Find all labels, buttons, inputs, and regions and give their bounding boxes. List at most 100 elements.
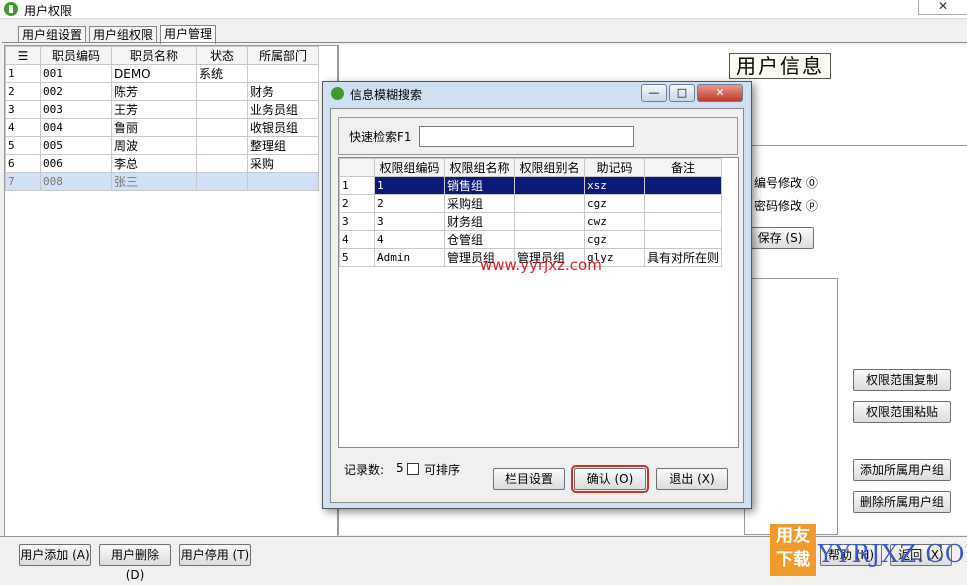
table-cell[interactable]: [196, 172, 248, 191]
table-cell[interactable]: 002: [40, 82, 112, 101]
table-cell[interactable]: 鲁丽: [111, 118, 197, 137]
table-cell[interactable]: 陈芳: [111, 82, 197, 101]
tab-group-permissions[interactable]: 用户组权限: [89, 26, 158, 43]
table-cell[interactable]: 004: [40, 118, 112, 137]
table-cell[interactable]: xsz: [584, 176, 645, 195]
table-cell[interactable]: [196, 118, 248, 137]
col-header[interactable]: 职员名称: [111, 46, 197, 65]
table-cell[interactable]: [196, 82, 248, 101]
table-cell[interactable]: 采购: [247, 154, 319, 173]
table-cell[interactable]: 采购组: [444, 194, 515, 213]
table-row[interactable]: 6 006 李总 采购: [5, 154, 319, 173]
table-cell[interactable]: 5: [339, 248, 375, 267]
col-header[interactable]: 权限组名称: [444, 158, 515, 177]
table-cell[interactable]: 业务员组: [247, 100, 319, 119]
column-setup-button[interactable]: 栏目设置: [493, 468, 565, 490]
table-cell[interactable]: [196, 100, 248, 119]
close-icon[interactable]: ✕: [697, 84, 743, 102]
disable-user-button[interactable]: 用户停用 (T): [179, 544, 251, 566]
table-cell[interactable]: 整理组: [247, 136, 319, 155]
table-cell[interactable]: 3: [339, 212, 375, 231]
col-header[interactable]: 职员编码: [40, 46, 112, 65]
table-cell[interactable]: [514, 176, 585, 195]
table-row[interactable]: 5 005 周波 整理组: [5, 136, 319, 155]
col-header[interactable]: 权限组别名: [514, 158, 585, 177]
table-cell[interactable]: [514, 194, 585, 213]
table-cell[interactable]: 005: [40, 136, 112, 155]
table-row[interactable]: 4 4 仓管组 cgz: [339, 230, 723, 249]
table-cell[interactable]: 3: [374, 212, 445, 231]
edit-number-checkbox[interactable]: 编号修改 ⓪: [754, 174, 818, 191]
table-cell[interactable]: 5: [5, 136, 41, 155]
col-header[interactable]: 助记码: [584, 158, 645, 177]
table-row[interactable]: 2 2 采购组 cgz: [339, 194, 723, 213]
minimize-icon[interactable]: —: [641, 84, 667, 102]
table-cell[interactable]: 王芳: [111, 100, 197, 119]
table-cell[interactable]: [514, 212, 585, 231]
table-cell[interactable]: 001: [40, 64, 112, 83]
add-group-button[interactable]: 添加所属用户组: [853, 459, 951, 481]
table-cell[interactable]: 006: [40, 154, 112, 173]
table-row[interactable]: 7 008 张三: [5, 172, 319, 191]
edit-password-checkbox[interactable]: 密码修改 ⓟ: [754, 197, 818, 214]
col-header[interactable]: 所属部门: [247, 46, 319, 65]
table-cell[interactable]: [196, 154, 248, 173]
col-header[interactable]: 备注: [643, 158, 723, 177]
table-row[interactable]: 2 002 陈芳 财务: [5, 82, 319, 101]
table-cell[interactable]: 1: [374, 176, 445, 195]
table-cell[interactable]: 财务组: [444, 212, 515, 231]
table-cell[interactable]: DEMO: [111, 64, 197, 83]
table-cell[interactable]: [247, 64, 319, 83]
table-cell[interactable]: 7: [5, 172, 41, 191]
maximize-icon[interactable]: □: [669, 84, 695, 102]
sortable-checkbox[interactable]: [407, 463, 419, 475]
confirm-button[interactable]: 确认 (O): [571, 465, 649, 493]
table-cell[interactable]: [643, 176, 723, 195]
add-user-button[interactable]: 用户添加 (A): [19, 544, 91, 566]
table-row[interactable]: 3 3 财务组 cwz: [339, 212, 723, 231]
col-header[interactable]: 状态: [196, 46, 248, 65]
save-button[interactable]: 保存 (S): [746, 227, 814, 249]
table-row[interactable]: 1 1 销售组 xsz: [339, 176, 723, 195]
table-cell[interactable]: 003: [40, 100, 112, 119]
table-cell[interactable]: 财务: [247, 82, 319, 101]
exit-button[interactable]: 退出 (X): [656, 468, 728, 490]
table-cell[interactable]: 008: [40, 172, 112, 191]
table-cell[interactable]: 2: [374, 194, 445, 213]
delete-group-button[interactable]: 删除所属用户组: [853, 491, 951, 513]
table-cell[interactable]: 系统: [196, 64, 248, 83]
table-cell[interactable]: 李总: [111, 154, 197, 173]
table-cell[interactable]: 销售组: [444, 176, 515, 195]
search-input[interactable]: [419, 126, 634, 147]
tab-group-settings[interactable]: 用户组设置: [18, 26, 87, 43]
col-header[interactable]: 权限组编码: [374, 158, 445, 177]
table-cell[interactable]: Admin: [374, 248, 445, 267]
table-cell[interactable]: 收银员组: [247, 118, 319, 137]
table-cell[interactable]: 4: [374, 230, 445, 249]
table-cell[interactable]: 4: [5, 118, 41, 137]
table-cell[interactable]: [643, 194, 723, 213]
table-cell[interactable]: 具有对所在则: [643, 248, 723, 267]
table-cell[interactable]: cwz: [584, 212, 645, 231]
table-cell[interactable]: 仓管组: [444, 230, 515, 249]
table-cell[interactable]: [196, 136, 248, 155]
table-cell[interactable]: 4: [339, 230, 375, 249]
table-cell[interactable]: [247, 172, 319, 191]
table-cell[interactable]: 6: [5, 154, 41, 173]
table-cell[interactable]: 1: [339, 176, 375, 195]
window-close-button[interactable]: ✕: [918, 0, 967, 15]
table-row[interactable]: 3 003 王芳 业务员组: [5, 100, 319, 119]
copy-scope-button[interactable]: 权限范围复制: [853, 369, 951, 391]
table-row[interactable]: 4 004 鲁丽 收银员组: [5, 118, 319, 137]
table-cell[interactable]: 2: [339, 194, 375, 213]
table-cell[interactable]: [643, 230, 723, 249]
table-cell[interactable]: cgz: [584, 230, 645, 249]
table-cell[interactable]: 3: [5, 100, 41, 119]
table-row[interactable]: 1 001 DEMO 系统: [5, 64, 319, 83]
paste-scope-button[interactable]: 权限范围粘贴: [853, 401, 951, 423]
table-cell[interactable]: cgz: [584, 194, 645, 213]
table-cell[interactable]: [643, 212, 723, 231]
delete-user-button[interactable]: 用户删除 (D): [99, 544, 171, 582]
table-cell[interactable]: 张三: [111, 172, 197, 191]
table-cell[interactable]: 1: [5, 64, 41, 83]
